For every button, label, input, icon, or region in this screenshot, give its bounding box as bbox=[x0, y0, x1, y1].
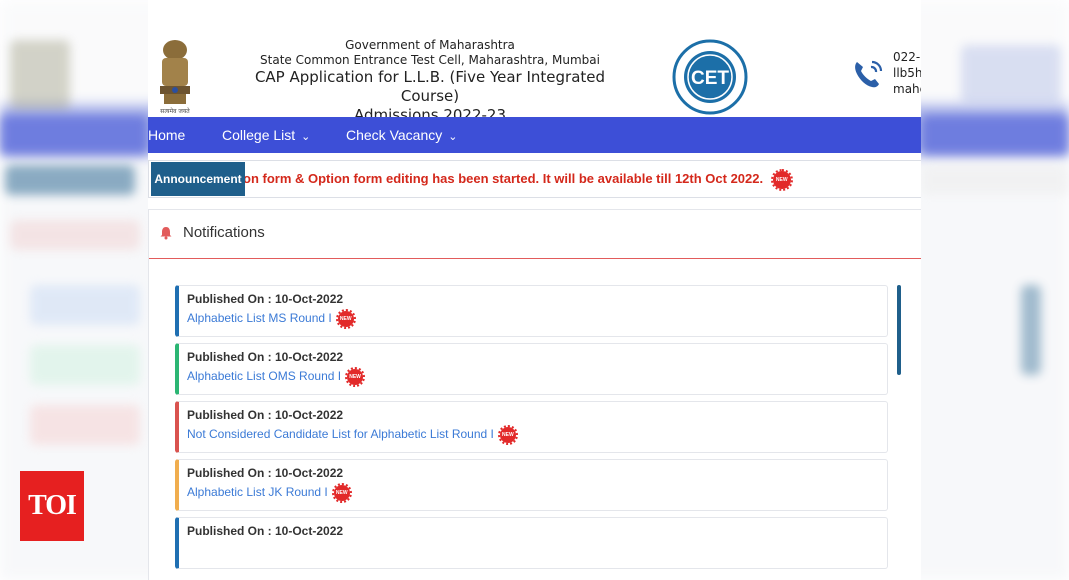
site-header: सत्यमेव जयते Government of Maharashtra S… bbox=[148, 0, 921, 124]
phone-icon bbox=[855, 60, 883, 88]
notification-link[interactable]: Alphabetic List OMS Round I NEW bbox=[187, 367, 366, 387]
emblem-caption: सत्यमेव जयते bbox=[160, 107, 190, 115]
nav-check-vacancy[interactable]: Check Vacancy ⌄ bbox=[346, 117, 457, 153]
new-badge-icon: NEW bbox=[497, 425, 518, 445]
contact-line-1: 022-( bbox=[893, 50, 921, 64]
notifications-scrollbar[interactable] bbox=[897, 285, 901, 375]
nav-college-list-label: College List bbox=[222, 127, 296, 143]
notification-item: Published On : 10-Oct-2022 Alphabetic Li… bbox=[175, 285, 888, 337]
chevron-down-icon: ⌄ bbox=[301, 131, 311, 143]
notification-link-text: Alphabetic List JK Round I bbox=[187, 485, 328, 500]
notification-date: Published On : 10-Oct-2022 bbox=[187, 466, 344, 480]
nav-home-label: Home bbox=[148, 127, 186, 143]
contact-info: 022-( llb5h mahc bbox=[893, 49, 921, 97]
new-badge-icon: NEW bbox=[345, 367, 366, 387]
notification-item: Published On : 10-Oct-2022 Not Considere… bbox=[175, 401, 888, 453]
blurred-right-margin bbox=[921, 0, 1069, 580]
browser-page: सत्यमेव जयते Government of Maharashtra S… bbox=[148, 0, 921, 580]
toi-watermark-logo: TOI bbox=[20, 471, 84, 541]
nav-home[interactable]: Home bbox=[148, 117, 185, 153]
notification-date: Published On : 10-Oct-2022 bbox=[187, 408, 344, 422]
nav-check-vacancy-label: Check Vacancy bbox=[346, 127, 443, 143]
new-badge-icon: NEW bbox=[770, 168, 793, 191]
header-line-2: State Common Entrance Test Cell, Maharas… bbox=[260, 53, 600, 67]
announcement-text: on form & Option form editing has been s… bbox=[243, 171, 764, 186]
notification-date: Published On : 10-Oct-2022 bbox=[187, 350, 344, 364]
notification-date: Published On : 10-Oct-2022 bbox=[187, 524, 344, 538]
notifications-panel: Notifications Published On : 10-Oct-2022… bbox=[148, 209, 921, 580]
main-navbar: Home College List ⌄ Check Vacancy ⌄ bbox=[148, 117, 921, 153]
contact-line-2: llb5h bbox=[893, 66, 921, 80]
notification-item: Published On : 10-Oct-2022 Alphabetic Li… bbox=[175, 343, 888, 395]
nav-college-list[interactable]: College List ⌄ bbox=[222, 117, 310, 153]
chevron-down-icon: ⌄ bbox=[448, 131, 458, 143]
new-badge-icon: NEW bbox=[331, 483, 352, 503]
announcement-bar: Announcement on form & Option form editi… bbox=[148, 160, 921, 198]
new-badge-icon: NEW bbox=[335, 309, 356, 329]
cet-logo-text: CET bbox=[691, 68, 729, 89]
header-line-3: CAP Application for L.L.B. (Five Year In… bbox=[254, 68, 606, 105]
notification-item: Published On : 10-Oct-2022 Alphabetic Li… bbox=[175, 459, 888, 511]
notification-link[interactable]: Alphabetic List MS Round I NEW bbox=[187, 309, 356, 329]
notification-link[interactable]: Alphabetic List JK Round I NEW bbox=[187, 483, 352, 503]
state-emblem-icon: सत्यमेव जयते bbox=[160, 40, 190, 115]
notification-item: Published On : 10-Oct-2022 bbox=[175, 517, 888, 569]
notification-link-text: Alphabetic List MS Round I bbox=[187, 311, 332, 326]
notification-link-text: Not Considered Candidate List for Alphab… bbox=[187, 427, 494, 442]
header-line-1: Government of Maharashtra bbox=[345, 38, 515, 52]
notifications-title: Notifications bbox=[183, 224, 265, 241]
announcement-ticker[interactable]: on form & Option form editing has been s… bbox=[243, 161, 793, 197]
bell-icon bbox=[160, 227, 172, 240]
notification-link[interactable]: Not Considered Candidate List for Alphab… bbox=[187, 425, 518, 445]
header-titles: Government of Maharashtra State Common E… bbox=[230, 38, 630, 125]
notifications-header: Notifications bbox=[149, 210, 921, 259]
notification-date: Published On : 10-Oct-2022 bbox=[187, 292, 344, 306]
notification-link-text: Alphabetic List OMS Round I bbox=[187, 369, 342, 384]
cet-logo-icon: CET bbox=[672, 39, 748, 115]
announcement-label: Announcement bbox=[151, 162, 245, 196]
contact-line-3: mahc bbox=[893, 82, 921, 96]
